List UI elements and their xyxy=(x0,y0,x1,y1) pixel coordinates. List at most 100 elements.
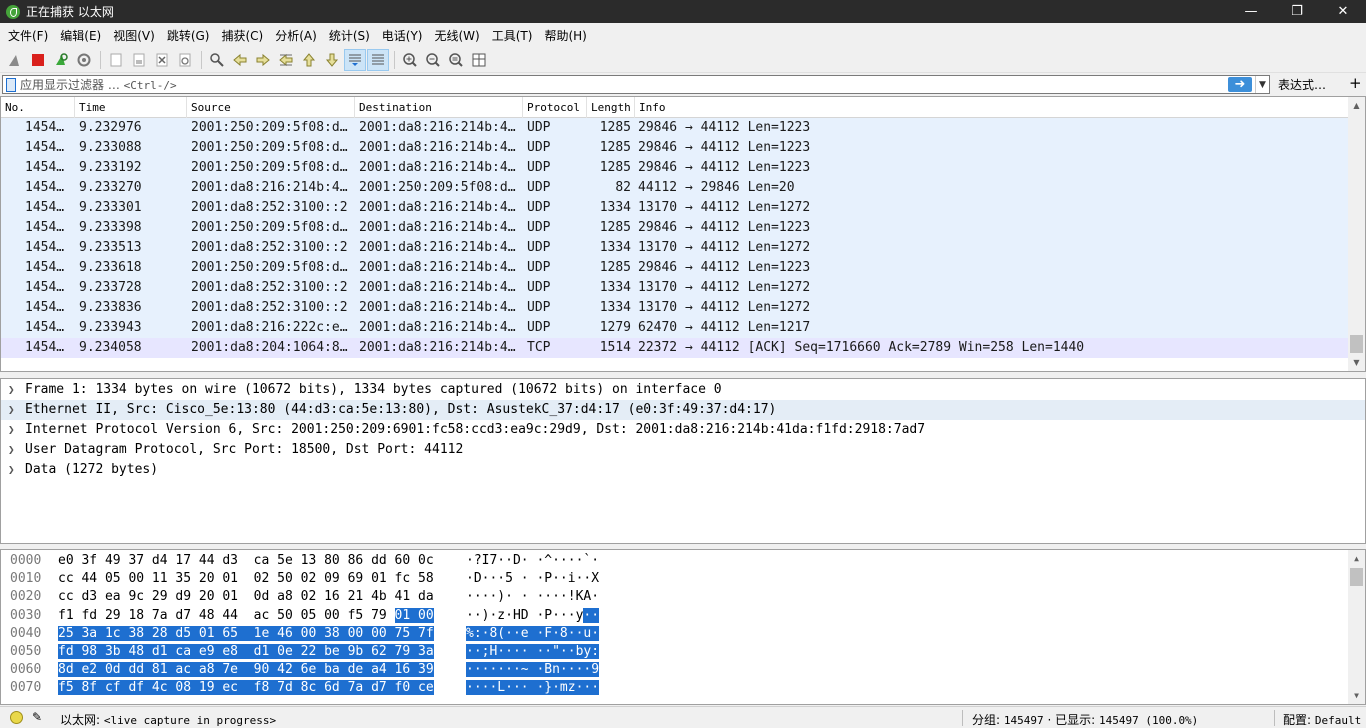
detail-tree-item[interactable]: ❯ Ethernet II, Src: Cisco_5e:13:80 (44:d3… xyxy=(1,400,1365,420)
filter-placeholder: 应用显示过滤器 … <Ctrl-/> xyxy=(20,78,177,92)
column-header-time[interactable]: Time xyxy=(75,97,187,118)
packet-row[interactable]: 1454… 9.233192 2001:250:209:5f08:d… 2001:da… xyxy=(1,158,1348,178)
bookmark-icon[interactable] xyxy=(6,77,16,92)
packet-row[interactable]: 1454… 9.233836 2001:da8:252:3100::2 2001:da… xyxy=(1,298,1348,318)
maximize-button[interactable]: ❐ xyxy=(1274,0,1320,23)
go-forward-icon[interactable] xyxy=(252,49,274,71)
scroll-up-arrow-icon[interactable]: ▲ xyxy=(1348,550,1365,567)
capture-comment-icon[interactable]: ✎ xyxy=(32,710,42,724)
menu-item[interactable]: 工具(T) xyxy=(486,27,539,44)
packet-row[interactable]: 1454… 9.232976 2001:250:209:5f08:d… 2001:da… xyxy=(1,118,1348,138)
menu-item[interactable]: 无线(W) xyxy=(429,27,486,44)
first-packet-icon[interactable] xyxy=(298,49,320,71)
colorize-icon[interactable] xyxy=(367,48,389,71)
packet-cell-proto: UDP xyxy=(527,160,551,175)
close-button[interactable]: ✕ xyxy=(1320,0,1366,23)
packet-row[interactable]: 1454… 9.233728 2001:da8:252:3100::2 2001:da… xyxy=(1,278,1348,298)
expand-arrow-icon[interactable]: ❯ xyxy=(8,440,15,460)
reload-file-icon[interactable] xyxy=(174,49,196,71)
scrollbar-thumb[interactable] xyxy=(1350,568,1363,586)
packet-cell-info: 13170 → 44112 Len=1272 xyxy=(638,300,811,315)
expert-info-led-icon[interactable] xyxy=(10,711,23,724)
hex-offset: 0050 xyxy=(10,644,42,659)
apply-filter-arrow-icon[interactable]: ➜ xyxy=(1228,77,1252,92)
shark-fin-start-icon[interactable] xyxy=(4,49,26,71)
hex-bytes-selected: 01 00 xyxy=(394,607,434,623)
hex-bytes-plain: e0 3f 49 37 d4 17 44 d3 ca 5e 13 80 86 d… xyxy=(58,553,434,568)
column-header-destination[interactable]: Destination xyxy=(355,97,523,118)
column-header-info[interactable]: Info xyxy=(635,97,1348,118)
detail-tree-item[interactable]: ❯ Frame 1: 1334 bytes on wire (10672 bits… xyxy=(1,380,1365,400)
restart-capture-icon[interactable] xyxy=(50,49,72,71)
expand-arrow-icon[interactable]: ❯ xyxy=(8,460,15,480)
packet-row[interactable]: 1454… 9.233088 2001:250:209:5f08:d… 2001:da… xyxy=(1,138,1348,158)
find-packet-icon[interactable] xyxy=(206,49,228,71)
packet-cell-time: 9.233836 xyxy=(79,300,142,315)
normal-size-icon[interactable] xyxy=(445,49,467,71)
display-filter-input[interactable]: 应用显示过滤器 … <Ctrl-/> ➜ ▼ xyxy=(2,75,1270,94)
expand-arrow-icon[interactable]: ❯ xyxy=(8,400,15,420)
autoscroll-icon[interactable] xyxy=(344,48,366,71)
profile-status[interactable]: 配置: Default xyxy=(1283,711,1361,728)
minimize-button[interactable]: — xyxy=(1228,0,1274,23)
packet-row[interactable]: 1454… 9.233513 2001:da8:252:3100::2 2001:da… xyxy=(1,238,1348,258)
menu-item[interactable]: 视图(V) xyxy=(107,27,161,44)
menu-item[interactable]: 跳转(G) xyxy=(161,27,216,44)
packet-cell-info: 29846 → 44112 Len=1223 xyxy=(638,160,811,175)
capture-options-icon[interactable] xyxy=(73,49,95,71)
column-header-protocol[interactable]: Protocol xyxy=(523,97,587,118)
chevron-down-icon[interactable]: ▼ xyxy=(1255,76,1269,93)
menu-item[interactable]: 编辑(E) xyxy=(54,27,107,44)
menu-item[interactable]: 捕获(C) xyxy=(215,27,269,44)
packet-row[interactable]: 1454… 9.233618 2001:250:209:5f08:d… 2001:da… xyxy=(1,258,1348,278)
packet-row[interactable]: 1454… 9.233301 2001:da8:252:3100::2 2001:da… xyxy=(1,198,1348,218)
column-header-no[interactable]: No. xyxy=(1,97,75,118)
go-back-icon[interactable] xyxy=(229,49,251,71)
toolbar-separator xyxy=(100,50,101,69)
packet-cell-info: 13170 → 44112 Len=1272 xyxy=(638,240,811,255)
open-file-icon[interactable] xyxy=(105,49,127,71)
packet-row[interactable]: 1454… 9.234058 2001:da8:204:1064:8… 2001:da… xyxy=(1,338,1348,358)
detail-tree-item[interactable]: ❯ Internet Protocol Version 6, Src: 2001:… xyxy=(1,420,1365,440)
expression-button[interactable]: 表达式… xyxy=(1278,76,1326,93)
menu-item[interactable]: 帮助(H) xyxy=(538,27,592,44)
packet-cell-src: 2001:250:209:5f08:d… xyxy=(191,220,348,235)
packet-cell-dst: 2001:da8:216:214b:4… xyxy=(359,280,516,295)
packet-row[interactable]: 1454… 9.233943 2001:da8:216:222c:e… 2001:da… xyxy=(1,318,1348,338)
expand-arrow-icon[interactable]: ❯ xyxy=(8,420,15,440)
menu-item[interactable]: 统计(S) xyxy=(323,27,376,44)
detail-tree-item[interactable]: ❯ Data (1272 bytes) xyxy=(1,460,1365,480)
close-file-icon[interactable] xyxy=(151,49,173,71)
menu-item[interactable]: 电话(Y) xyxy=(376,27,429,44)
column-header-source[interactable]: Source xyxy=(187,97,355,118)
hex-bytes-selected: 25 3a 1c 38 28 d5 01 65 1e 46 00 38 00 0… xyxy=(58,625,434,641)
bytes-scrollbar[interactable]: ▲ ▼ xyxy=(1348,550,1365,704)
zoom-out-icon[interactable] xyxy=(422,49,444,71)
expand-arrow-icon[interactable]: ❯ xyxy=(8,380,15,400)
packet-cell-no: 1454… xyxy=(25,180,65,195)
scroll-down-arrow-icon[interactable]: ▼ xyxy=(1348,354,1365,371)
scroll-down-arrow-icon[interactable]: ▼ xyxy=(1348,687,1365,704)
packet-cell-len: 1334 xyxy=(599,280,631,295)
resize-columns-icon[interactable] xyxy=(468,49,490,71)
add-filter-button[interactable]: + xyxy=(1349,74,1362,92)
menu-item[interactable]: 文件(F) xyxy=(2,27,54,44)
packet-cell-no: 1454… xyxy=(25,120,65,135)
zoom-in-icon[interactable] xyxy=(399,49,421,71)
go-to-packet-icon[interactable] xyxy=(275,49,297,71)
scrollbar-thumb[interactable] xyxy=(1350,335,1363,353)
column-header-length[interactable]: Length xyxy=(587,97,635,118)
detail-tree-item[interactable]: ❯ User Datagram Protocol, Src Port: 18500… xyxy=(1,440,1365,460)
scroll-up-arrow-icon[interactable]: ▲ xyxy=(1348,97,1365,114)
hex-offset: 0060 xyxy=(10,662,42,678)
packet-cell-time: 9.233088 xyxy=(79,140,142,155)
stop-capture-icon[interactable] xyxy=(27,49,49,71)
packet-cell-info: 29846 → 44112 Len=1223 xyxy=(638,140,811,155)
packet-row[interactable]: 1454… 9.233398 2001:250:209:5f08:d… 2001:da… xyxy=(1,218,1348,238)
menu-item[interactable]: 分析(A) xyxy=(269,27,323,44)
save-file-icon[interactable] xyxy=(128,49,150,71)
packet-row[interactable]: 1454… 9.233270 2001:da8:216:214b:4… 2001:25… xyxy=(1,178,1348,198)
packet-cell-dst: 2001:da8:216:214b:4… xyxy=(359,340,516,355)
last-packet-icon[interactable] xyxy=(321,49,343,71)
packet-list-scrollbar[interactable]: ▲ ▼ xyxy=(1348,97,1365,371)
